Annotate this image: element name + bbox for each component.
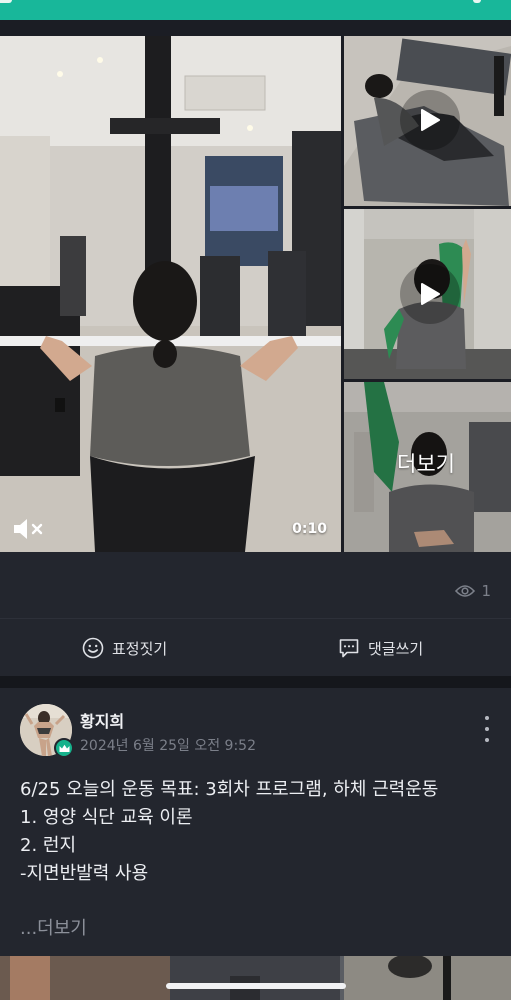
top-accent-bar	[0, 0, 511, 20]
post-card: 황지희 2024년 6월 25일 오전 9:52 6/25 오늘의 운동 목표:…	[0, 688, 511, 956]
react-button-label: 표정짓기	[112, 639, 168, 658]
home-indicator[interactable]	[166, 983, 346, 989]
media-grid: 0:10 더보기	[0, 36, 511, 552]
more-media-label: 더보기	[397, 452, 455, 476]
post-body-line: 6/25 오늘의 운동 목표: 3회차 프로그램, 하체 근력운동	[20, 779, 439, 800]
view-count-value: 1	[481, 582, 491, 600]
post-body-line: -지면반발력 사용	[20, 863, 149, 884]
view-count: 1	[455, 582, 491, 600]
top-spacer	[0, 20, 511, 36]
post-timestamp: 2024년 6월 25일 오전 9:52	[80, 738, 256, 754]
video-duration: 0:10	[292, 521, 327, 537]
media-thumbnail-1[interactable]	[344, 36, 511, 206]
post-body-line: 1. 영양 식단 교육 이론	[20, 807, 193, 828]
crown-icon-glyph	[59, 744, 69, 752]
top-bar-right-edge	[473, 0, 481, 3]
react-button[interactable]: 표정짓기	[82, 637, 167, 659]
eye-icon	[455, 585, 476, 597]
media-thumbnail-3[interactable]: 더보기	[344, 382, 511, 552]
stats-row: 1	[0, 552, 511, 618]
post-author[interactable]: 황지희	[80, 708, 124, 732]
play-icon	[421, 283, 440, 305]
action-bar: 표정짓기 댓글쓰기	[0, 618, 511, 676]
more-media-overlay[interactable]: 더보기	[344, 382, 511, 552]
speaker-muted-icon[interactable]	[12, 517, 46, 541]
post-divider	[0, 676, 511, 688]
comment-button-label: 댓글쓰기	[368, 639, 424, 658]
main-video[interactable]: 0:10	[0, 36, 341, 552]
play-icon	[421, 109, 440, 131]
comment-button[interactable]: 댓글쓰기	[338, 637, 423, 659]
play-button[interactable]	[400, 90, 460, 150]
more-vertical-icon[interactable]	[477, 716, 497, 742]
top-bar-left-edge	[0, 0, 12, 3]
smiley-icon	[82, 637, 104, 659]
next-media-frame	[0, 956, 511, 1000]
next-post-media-preview[interactable]	[0, 956, 511, 1000]
read-more-link[interactable]: ...더보기	[20, 914, 87, 940]
post-body: 6/25 오늘의 운동 목표: 3회차 프로그램, 하체 근력운동 1. 영양 …	[20, 776, 496, 888]
comment-icon	[339, 639, 359, 658]
crown-icon	[54, 738, 74, 758]
post-body-line: 2. 런지	[20, 835, 77, 856]
play-button[interactable]	[400, 264, 460, 324]
main-video-frame	[0, 36, 341, 552]
media-thumbnail-2[interactable]	[344, 209, 511, 379]
